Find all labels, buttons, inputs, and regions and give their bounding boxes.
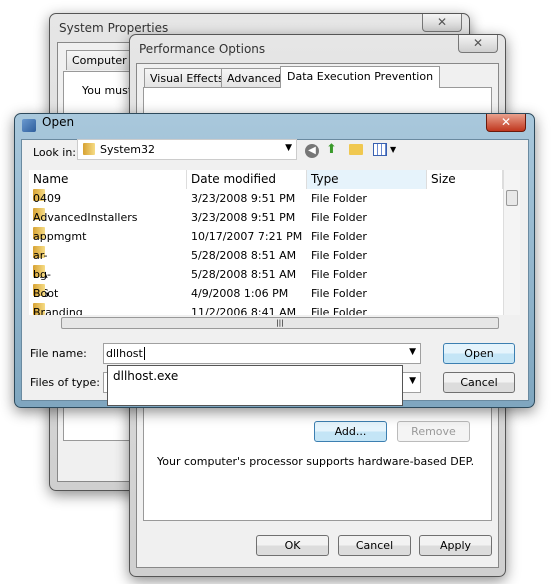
column-name[interactable]: Name bbox=[29, 170, 187, 189]
date-modified: 11/2/2006 8:41 AM bbox=[191, 306, 297, 315]
date-modified: 3/23/2008 9:51 PM bbox=[191, 192, 296, 205]
up-folder-icon[interactable]: ⬆ bbox=[326, 142, 337, 157]
tab-data-execution-prevention[interactable]: Data Execution Prevention bbox=[280, 66, 441, 88]
look-in-dropdown[interactable]: System32 ▼ bbox=[77, 139, 297, 160]
add-button[interactable]: Add... bbox=[314, 421, 387, 442]
tab-visual-effects[interactable]: Visual Effects bbox=[144, 68, 230, 88]
file-name: Boot bbox=[33, 287, 59, 300]
back-icon[interactable]: ◀ bbox=[305, 144, 319, 158]
cancel-button[interactable]: Cancel bbox=[443, 372, 515, 393]
file-type: File Folder bbox=[311, 287, 367, 300]
file-type: File Folder bbox=[311, 249, 367, 262]
file-name-input[interactable]: dllhost ▼ bbox=[103, 343, 421, 364]
remove-button[interactable]: Remove bbox=[397, 421, 470, 442]
file-type: File Folder bbox=[311, 268, 367, 281]
look-in-label: Look in: bbox=[33, 146, 76, 159]
autocomplete-item[interactable]: dllhost.exe bbox=[108, 366, 402, 386]
file-type: File Folder bbox=[311, 211, 367, 224]
window-title: System Properties bbox=[59, 21, 169, 35]
date-modified: 5/28/2008 8:51 AM bbox=[191, 268, 297, 281]
autocomplete-list: dllhost.exe bbox=[107, 365, 403, 406]
file-name: appmgmt bbox=[33, 230, 87, 243]
file-name-label: File name: bbox=[30, 347, 87, 360]
chevron-down-icon: ▼ bbox=[409, 376, 416, 386]
date-modified: 5/28/2008 8:51 AM bbox=[191, 249, 297, 262]
chevron-down-icon: ▼ bbox=[285, 143, 292, 153]
file-list[interactable]: Name Date modified Type Size 0409 3/23/20… bbox=[29, 170, 520, 315]
open-button[interactable]: Open bbox=[443, 343, 515, 364]
ok-button[interactable]: OK bbox=[256, 535, 329, 556]
file-name: 0409 bbox=[33, 192, 61, 205]
file-row[interactable]: appmgmt 10/17/2007 7:21 PM File Folder bbox=[29, 227, 519, 246]
file-row[interactable]: ar-SA5/28/2008 8:51 AMFile Folder bbox=[29, 246, 519, 281]
close-button[interactable]: ✕ bbox=[486, 114, 526, 132]
date-modified: 4/9/2008 1:06 PM bbox=[191, 287, 289, 300]
file-row[interactable]: Branding 11/2/2006 8:41 AM File Folder bbox=[29, 303, 519, 315]
window-title: Open bbox=[42, 115, 75, 129]
files-of-type-label: Files of type: bbox=[30, 376, 101, 389]
cancel-button[interactable]: Cancel bbox=[338, 535, 411, 556]
info-text: You must bbox=[82, 84, 133, 97]
vertical-scrollbar[interactable] bbox=[503, 170, 520, 315]
file-row[interactable]: bg-BG5/28/2008 8:51 AMFile Folder bbox=[29, 265, 519, 300]
file-name: Branding bbox=[33, 306, 83, 315]
chevron-down-icon[interactable]: ▼ bbox=[409, 347, 416, 357]
file-type: File Folder bbox=[311, 192, 367, 205]
window-title: Performance Options bbox=[139, 42, 266, 56]
file-row[interactable]: 0409 3/23/2008 9:51 PM File Folder bbox=[29, 189, 519, 208]
date-modified: 3/23/2008 9:51 PM bbox=[191, 211, 296, 224]
close-button[interactable]: ✕ bbox=[422, 14, 462, 32]
date-modified: 10/17/2007 7:21 PM bbox=[191, 230, 303, 243]
list-header: Name Date modified Type Size bbox=[29, 170, 520, 189]
views-chevron-icon[interactable]: ▼ bbox=[390, 145, 396, 154]
tab-advanced[interactable]: Advanced bbox=[221, 68, 288, 88]
file-type: File Folder bbox=[311, 230, 367, 243]
column-size[interactable]: Size bbox=[427, 170, 503, 189]
file-row[interactable]: Boot 4/9/2008 1:06 PM File Folder bbox=[29, 284, 519, 303]
open-dialog-icon bbox=[22, 119, 36, 132]
file-row[interactable]: AdvancedInstallers 3/23/2008 9:51 PM File … bbox=[29, 208, 519, 227]
scroll-thumb[interactable] bbox=[506, 190, 518, 206]
column-type[interactable]: Type bbox=[307, 170, 427, 189]
apply-button[interactable]: Apply bbox=[419, 535, 492, 556]
open-dialog: Open ✕ Look in: System32 ▼ ◀ ⬆ ▼ Name Da… bbox=[14, 113, 535, 408]
file-name-value: dllhost bbox=[106, 347, 145, 360]
close-button[interactable]: ✕ bbox=[458, 35, 498, 53]
look-in-value: System32 bbox=[100, 143, 156, 156]
scroll-thumb[interactable]: ||| bbox=[61, 317, 499, 329]
tab-computer-name[interactable]: Computer Na bbox=[66, 50, 136, 70]
new-folder-icon[interactable] bbox=[349, 144, 363, 155]
file-name: AdvancedInstallers bbox=[33, 211, 138, 224]
views-menu-icon[interactable] bbox=[373, 143, 387, 156]
file-type: File Folder bbox=[311, 306, 367, 315]
horizontal-scrollbar[interactable]: ||| bbox=[29, 315, 520, 331]
dep-support-text: Your computer's processor supports hardw… bbox=[157, 455, 475, 468]
folder-icon bbox=[83, 143, 95, 155]
column-date-modified[interactable]: Date modified bbox=[187, 170, 307, 189]
